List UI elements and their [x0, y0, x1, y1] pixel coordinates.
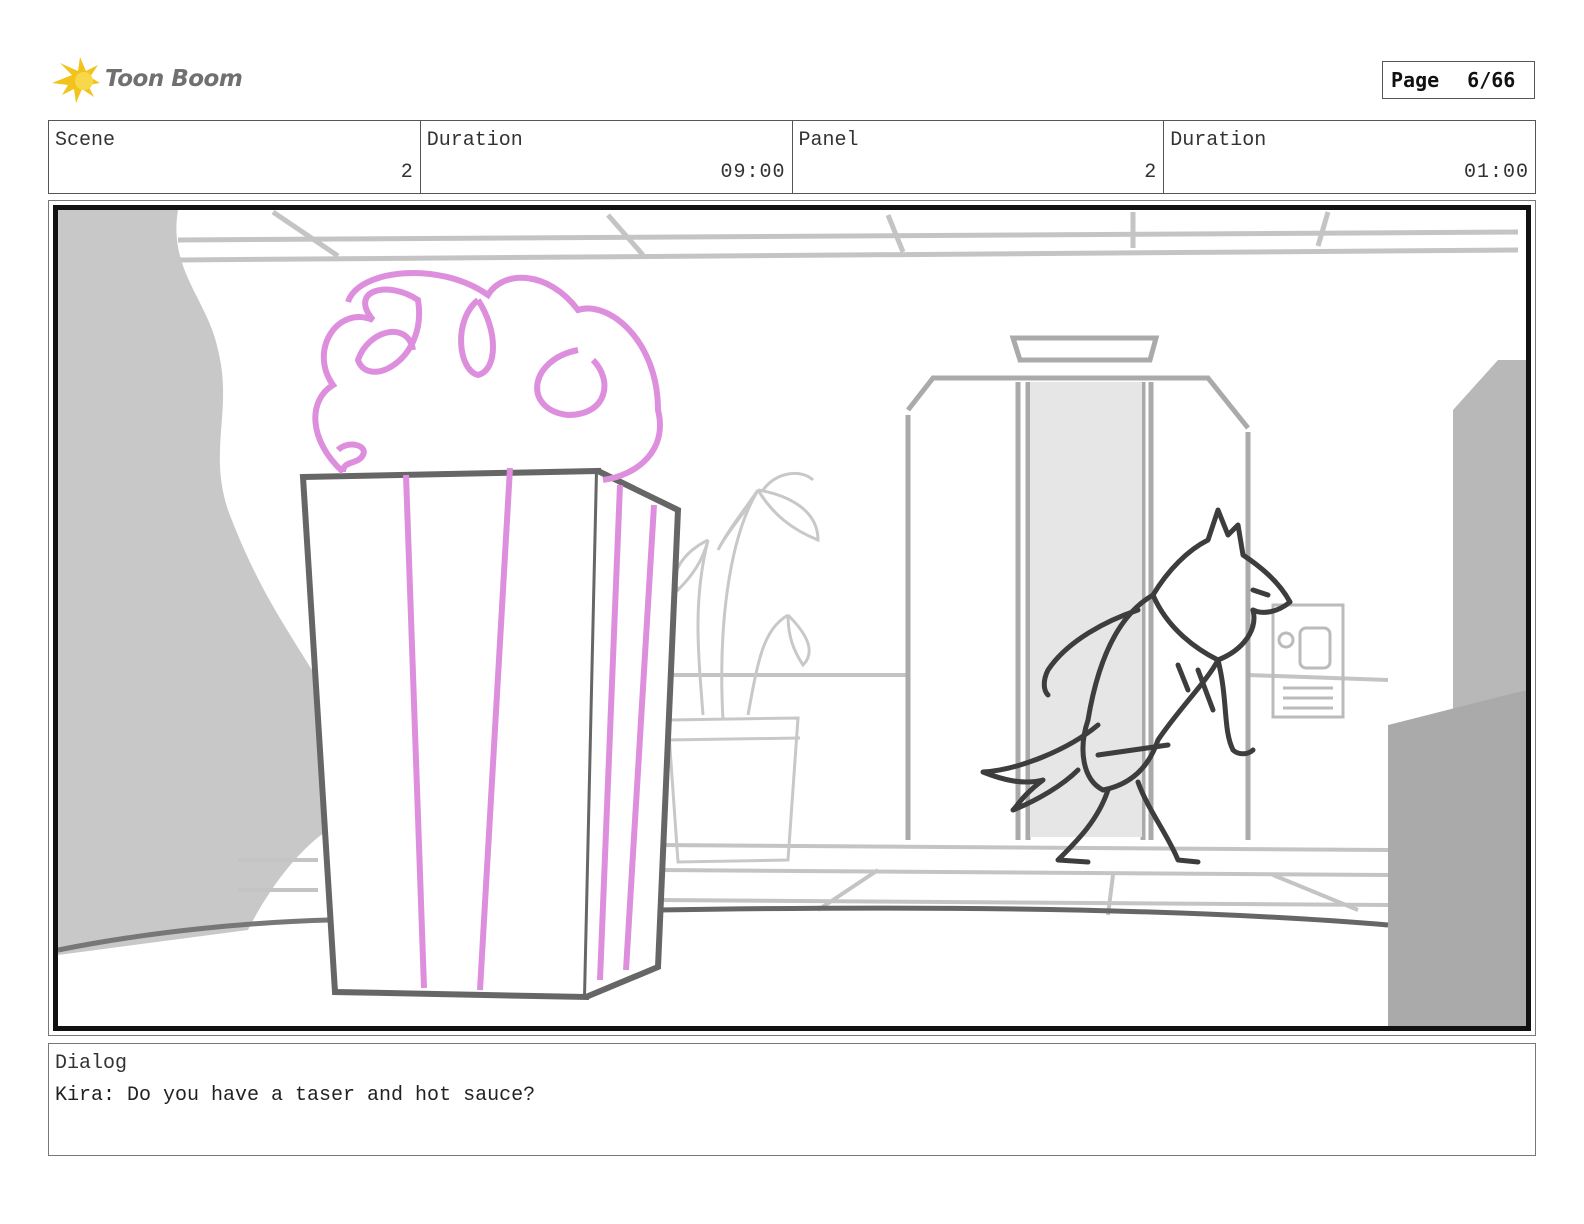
dialog-text: Kira: Do you have a taser and hot sauce?	[55, 1084, 536, 1107]
page-value: 6/66	[1467, 68, 1516, 92]
storyboard-sketch	[58, 210, 1526, 1026]
scene-value: 2	[400, 161, 414, 184]
panel-duration-label: Duration	[1170, 129, 1267, 152]
scene-duration-cell: Duration 09:00	[421, 121, 793, 193]
panel-cell: Panel 2	[793, 121, 1165, 193]
panel-info-header: Scene 2 Duration 09:00 Panel 2 Duration …	[48, 120, 1536, 194]
panel-value: 2	[1144, 161, 1158, 184]
brand-name: Toon Boom	[105, 66, 243, 92]
page-counter: Page 6/66	[1382, 61, 1535, 99]
scene-label: Scene	[55, 129, 116, 152]
scene-duration-label: Duration	[426, 129, 523, 152]
toon-boom-logo-icon	[52, 57, 100, 103]
panel-duration-value: 01:00	[1463, 161, 1529, 184]
page-label: Page	[1391, 68, 1440, 92]
panel-label: Panel	[798, 129, 859, 152]
dialog-label: Dialog	[55, 1052, 128, 1075]
storyboard-panel-image	[53, 205, 1531, 1031]
scene-cell: Scene 2	[49, 121, 421, 193]
dialog-box: Dialog Kira: Do you have a taser and hot…	[48, 1043, 1536, 1156]
panel-duration-cell: Duration 01:00	[1164, 121, 1535, 193]
scene-duration-value: 09:00	[720, 161, 786, 184]
